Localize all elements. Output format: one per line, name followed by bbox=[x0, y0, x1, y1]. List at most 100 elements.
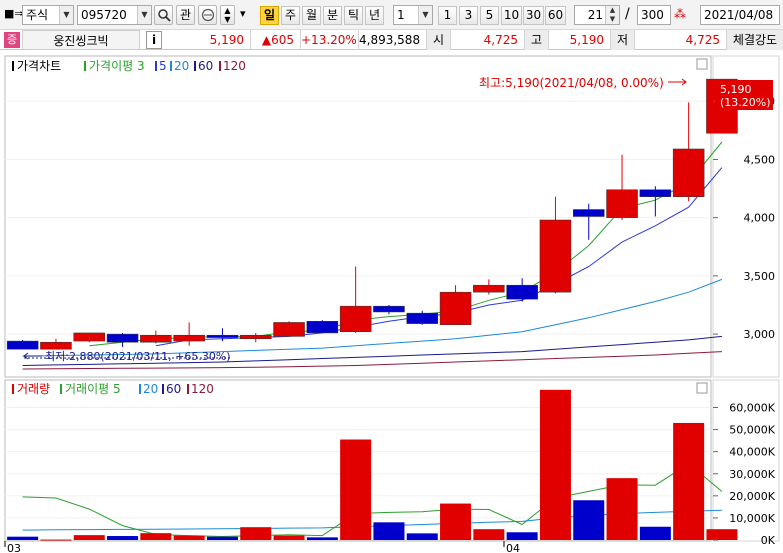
volume-bar bbox=[539, 389, 571, 540]
legend-vma120: 120 bbox=[191, 382, 214, 396]
volume-bar bbox=[273, 535, 305, 540]
scale-button[interactable] bbox=[198, 5, 217, 25]
period-month[interactable]: 월 bbox=[302, 6, 321, 25]
candle-body bbox=[606, 189, 638, 218]
quick-count-10[interactable]: 10 bbox=[501, 6, 522, 25]
candle-body bbox=[672, 148, 705, 197]
legend-ma20: 20 bbox=[174, 59, 189, 73]
stock-code-input[interactable]: 095720 ▼ bbox=[77, 5, 152, 25]
volume-tick-label: 0K bbox=[761, 534, 776, 547]
volume-bar bbox=[107, 536, 139, 540]
chevron-down-icon[interactable]: ▼ bbox=[137, 6, 151, 24]
candle-body bbox=[439, 291, 472, 326]
period-year[interactable]: 년 bbox=[365, 6, 384, 25]
menu-arrow-icon[interactable]: ■⇒ bbox=[4, 5, 24, 25]
watchlist-button[interactable]: 관 bbox=[176, 5, 195, 25]
change-percent: +13.20% bbox=[301, 30, 359, 50]
stock-name[interactable]: 웅진씽크빅 bbox=[22, 30, 140, 50]
current-price-tag-price: 5,190 bbox=[720, 83, 752, 96]
candle-body bbox=[273, 322, 305, 337]
market-select[interactable]: 주식 ▼ bbox=[22, 5, 74, 25]
volume-bar bbox=[306, 537, 338, 540]
volume-bar bbox=[140, 533, 172, 540]
panel-close-icon[interactable] bbox=[696, 58, 708, 70]
volume-bar bbox=[340, 439, 372, 540]
candle-body bbox=[639, 189, 672, 197]
market-badge: 증 bbox=[4, 32, 20, 48]
volume-bar bbox=[240, 527, 272, 540]
spin-button[interactable]: ▲ ▼ bbox=[220, 5, 235, 25]
price-legend: 가격차트 가격이평 3 5 20 60 120 bbox=[12, 59, 246, 73]
candle-body bbox=[373, 305, 405, 313]
total-count: 300 bbox=[641, 8, 664, 22]
legend-price: 가격차트 bbox=[17, 59, 61, 73]
quote-bar: 증 웅진씽크빅 i 5,190 ▲605 +13.20% 4,893,588 시… bbox=[0, 30, 783, 50]
candle-body bbox=[206, 335, 239, 338]
volume-bar bbox=[706, 529, 738, 540]
period-week[interactable]: 주 bbox=[281, 6, 300, 25]
volume-bar bbox=[406, 533, 438, 540]
dropdown-arrow-icon[interactable]: ▾ bbox=[240, 5, 252, 25]
legend-volume: 거래량 bbox=[17, 382, 50, 396]
high-price: 5,190 bbox=[549, 30, 611, 50]
legend-ma60: 60 bbox=[198, 59, 213, 73]
volume-bar bbox=[440, 503, 472, 540]
quick-count-5[interactable]: 5 bbox=[480, 6, 499, 25]
search-button[interactable] bbox=[154, 5, 173, 25]
multiplier-value: 1 bbox=[397, 8, 405, 22]
arrow-up-icon[interactable]: ▲ bbox=[221, 6, 234, 15]
grid-settings-icon[interactable]: ⁂ bbox=[674, 5, 692, 25]
volume-bar bbox=[373, 522, 405, 540]
strength-button[interactable]: 체결강도 bbox=[727, 30, 783, 50]
price-tick-label: 4,500 bbox=[744, 153, 776, 166]
multiplier-select[interactable]: 1 ▼ bbox=[393, 5, 433, 25]
volume: 4,893,588 bbox=[359, 30, 427, 50]
period-minute[interactable]: 분 bbox=[323, 6, 342, 25]
price-volume-chart[interactable]: 가격차트 가격이평 3 5 20 60 120 거래량 거래이평 5 20 60… bbox=[0, 51, 783, 553]
chevron-down-icon[interactable]: ▼ bbox=[418, 6, 432, 24]
period-tick[interactable]: 틱 bbox=[344, 6, 363, 25]
period-day[interactable]: 일 bbox=[260, 6, 279, 25]
quick-count-60[interactable]: 60 bbox=[545, 6, 566, 25]
stock-code: 095720 bbox=[81, 8, 127, 22]
candle-body bbox=[473, 284, 505, 293]
panel-close-icon[interactable] bbox=[696, 382, 708, 394]
info-button[interactable]: i bbox=[146, 31, 162, 49]
scale-icon bbox=[201, 8, 214, 22]
date-input[interactable]: 2021/04/08 bbox=[700, 5, 780, 25]
x-label-april: 04 bbox=[506, 542, 520, 553]
magnifier-icon bbox=[157, 9, 171, 22]
low-label: 저 bbox=[611, 30, 635, 50]
volume-bar bbox=[473, 529, 505, 540]
open-price: 4,725 bbox=[451, 30, 525, 50]
candle-body bbox=[6, 340, 39, 350]
quick-count-30[interactable]: 30 bbox=[523, 6, 544, 25]
candle-body bbox=[73, 332, 105, 342]
chevron-down-icon[interactable]: ▼ bbox=[59, 6, 73, 24]
candle-body bbox=[40, 341, 72, 350]
spin-arrows-icon[interactable]: ▲ ▼ bbox=[605, 6, 619, 24]
date-value: 2021/04/08 bbox=[704, 8, 774, 22]
candle-body bbox=[573, 209, 605, 217]
volume-tick-label: 40,000K bbox=[729, 446, 775, 459]
legend-vma60: 60 bbox=[166, 382, 181, 396]
price-tick-label: 4,000 bbox=[744, 212, 776, 225]
candle-body bbox=[539, 219, 572, 293]
price-tick-label: 3,500 bbox=[744, 270, 776, 283]
candle-body bbox=[306, 321, 339, 334]
x-label-march: 03 bbox=[7, 542, 21, 553]
display-count-input[interactable]: 21 ▲ ▼ bbox=[574, 5, 620, 25]
high-annotation: 최고:5,190(2021/04/08, 0.00%) bbox=[479, 76, 664, 90]
volume-tick-label: 10,000K bbox=[729, 512, 775, 525]
volume-tick-label: 60,000K bbox=[729, 402, 775, 415]
low-price: 4,725 bbox=[635, 30, 727, 50]
candle-body bbox=[240, 335, 272, 339]
quick-count-1[interactable]: 1 bbox=[438, 6, 457, 25]
total-count-input[interactable]: 300 bbox=[637, 5, 671, 25]
volume-bar bbox=[73, 535, 105, 540]
toolbar: ■⇒ 주식 ▼ 095720 ▼ 관 ▲ ▼ ▾ 일 주 월 분 틱 년 1 ▼ … bbox=[0, 0, 783, 30]
open-label: 시 bbox=[427, 30, 451, 50]
quick-count-3[interactable]: 3 bbox=[459, 6, 478, 25]
watchlist-label: 관 bbox=[179, 8, 192, 22]
arrow-down-icon[interactable]: ▼ bbox=[221, 15, 234, 24]
